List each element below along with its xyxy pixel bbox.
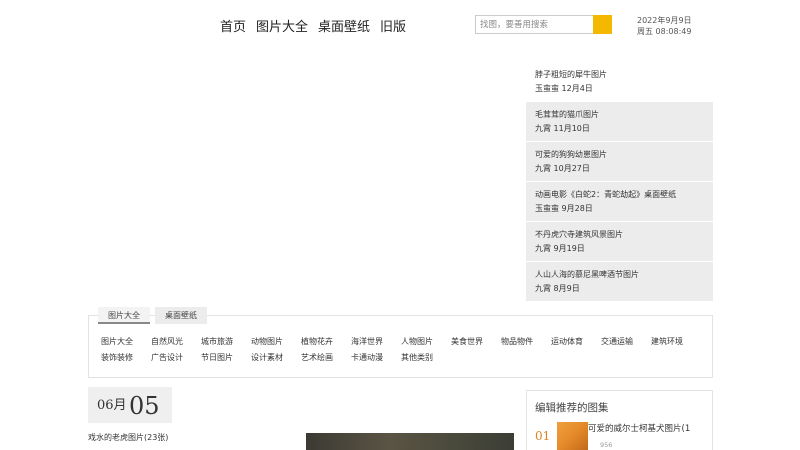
news-list: 脖子粗短的犀牛图片 玉蛮蛮 12月4日 毛茸茸的猫爪图片 九霄 11月10日 可… [526,62,713,302]
clock-time: 周五 08:08:49 [637,27,692,36]
news-item[interactable]: 可爱的狗狗幼崽图片 九霄 10月27日 [526,142,713,181]
category-link[interactable]: 其他类别 [401,352,451,364]
tab-wallpapers[interactable]: 桌面壁纸 [155,307,207,324]
category-link[interactable]: 设计素材 [251,352,301,364]
pick-rank: 01 [535,429,551,443]
category-grid: 图片大全 自然风光 城市旅游 动物图片 植物花卉 海洋世界 人物图片 美食世界 … [101,336,701,364]
news-title: 动画电影《白蛇2：青蛇劫起》桌面壁纸 [535,190,677,199]
news-item[interactable]: 动画电影《白蛇2：青蛇劫起》桌面壁纸 玉蛮蛮 9月28日 [526,182,713,221]
news-meta: 玉蛮蛮 9月28日 [535,204,593,213]
news-item[interactable]: 脖子粗短的犀牛图片 玉蛮蛮 12月4日 [526,62,713,101]
main-nav: 首页 图片大全 桌面壁纸 旧版 [220,16,406,35]
category-link[interactable]: 物品物件 [501,336,551,348]
post-image[interactable] [306,433,514,450]
category-link[interactable]: 人物图片 [401,336,451,348]
tab-pictures[interactable]: 图片大全 [98,307,150,324]
news-meta: 九霄 11月10日 [535,124,590,133]
nav-pictures[interactable]: 图片大全 [256,16,308,35]
category-link[interactable]: 节日图片 [201,352,251,364]
news-meta: 九霄 9月19日 [535,244,585,253]
search-input[interactable] [475,15,593,34]
news-title: 不丹虎穴寺建筑风景图片 [535,230,623,239]
search-button[interactable] [593,15,612,34]
post-title[interactable]: 戏水的老虎图片(23张) [88,432,168,443]
news-meta: 九霄 10月27日 [535,164,590,173]
search-bar [475,15,612,34]
category-link[interactable]: 卡通动漫 [351,352,401,364]
news-title: 可爱的狗狗幼崽图片 [535,150,607,159]
news-meta: 玉蛮蛮 12月4日 [535,84,593,93]
category-link[interactable]: 动物图片 [251,336,301,348]
category-link[interactable]: 广告设计 [151,352,201,364]
news-title: 毛茸茸的猫爪图片 [535,110,599,119]
editor-picks: 编辑推荐的图集 01 可爱的威尔士柯基犬图片(1 956 [526,390,713,450]
pick-count: 956 [600,441,613,449]
post-day: 05 [129,392,160,420]
category-link[interactable]: 城市旅游 [201,336,251,348]
post-date: 06月 05 [88,387,172,423]
category-link[interactable]: 植物花卉 [301,336,351,348]
category-link[interactable]: 海洋世界 [351,336,401,348]
category-link[interactable]: 建筑环境 [651,336,701,348]
news-item[interactable]: 人山人海的慕尼黑啤酒节图片 九霄 8月9日 [526,262,713,301]
news-title: 脖子粗短的犀牛图片 [535,70,607,79]
category-link[interactable]: 运动体育 [551,336,601,348]
news-meta: 九霄 8月9日 [535,284,580,293]
nav-home[interactable]: 首页 [220,16,246,35]
clock: 2022年9月9日 周五 08:08:49 [637,15,692,37]
category-panel: 图片大全 桌面壁纸 图片大全 自然风光 城市旅游 动物图片 植物花卉 海洋世界 … [88,307,713,378]
category-link[interactable]: 装饰装修 [101,352,151,364]
news-item[interactable]: 不丹虎穴寺建筑风景图片 九霄 9月19日 [526,222,713,261]
news-title: 人山人海的慕尼黑啤酒节图片 [535,270,639,279]
category-link[interactable]: 交通运输 [601,336,651,348]
clock-date: 2022年9月9日 [637,16,692,25]
post-month: 06月 [97,398,127,413]
category-link[interactable]: 艺术绘画 [301,352,351,364]
category-link[interactable]: 美食世界 [451,336,501,348]
category-link[interactable]: 自然风光 [151,336,201,348]
nav-wallpapers[interactable]: 桌面壁纸 [318,16,370,35]
category-tabs: 图片大全 桌面壁纸 [98,307,207,324]
category-link[interactable]: 图片大全 [101,336,151,348]
pick-thumbnail[interactable] [557,422,588,450]
pick-name[interactable]: 可爱的威尔士柯基犬图片(1 [588,422,690,434]
picks-title: 编辑推荐的图集 [535,402,609,414]
nav-old-version[interactable]: 旧版 [380,16,406,35]
news-item[interactable]: 毛茸茸的猫爪图片 九霄 11月10日 [526,102,713,141]
